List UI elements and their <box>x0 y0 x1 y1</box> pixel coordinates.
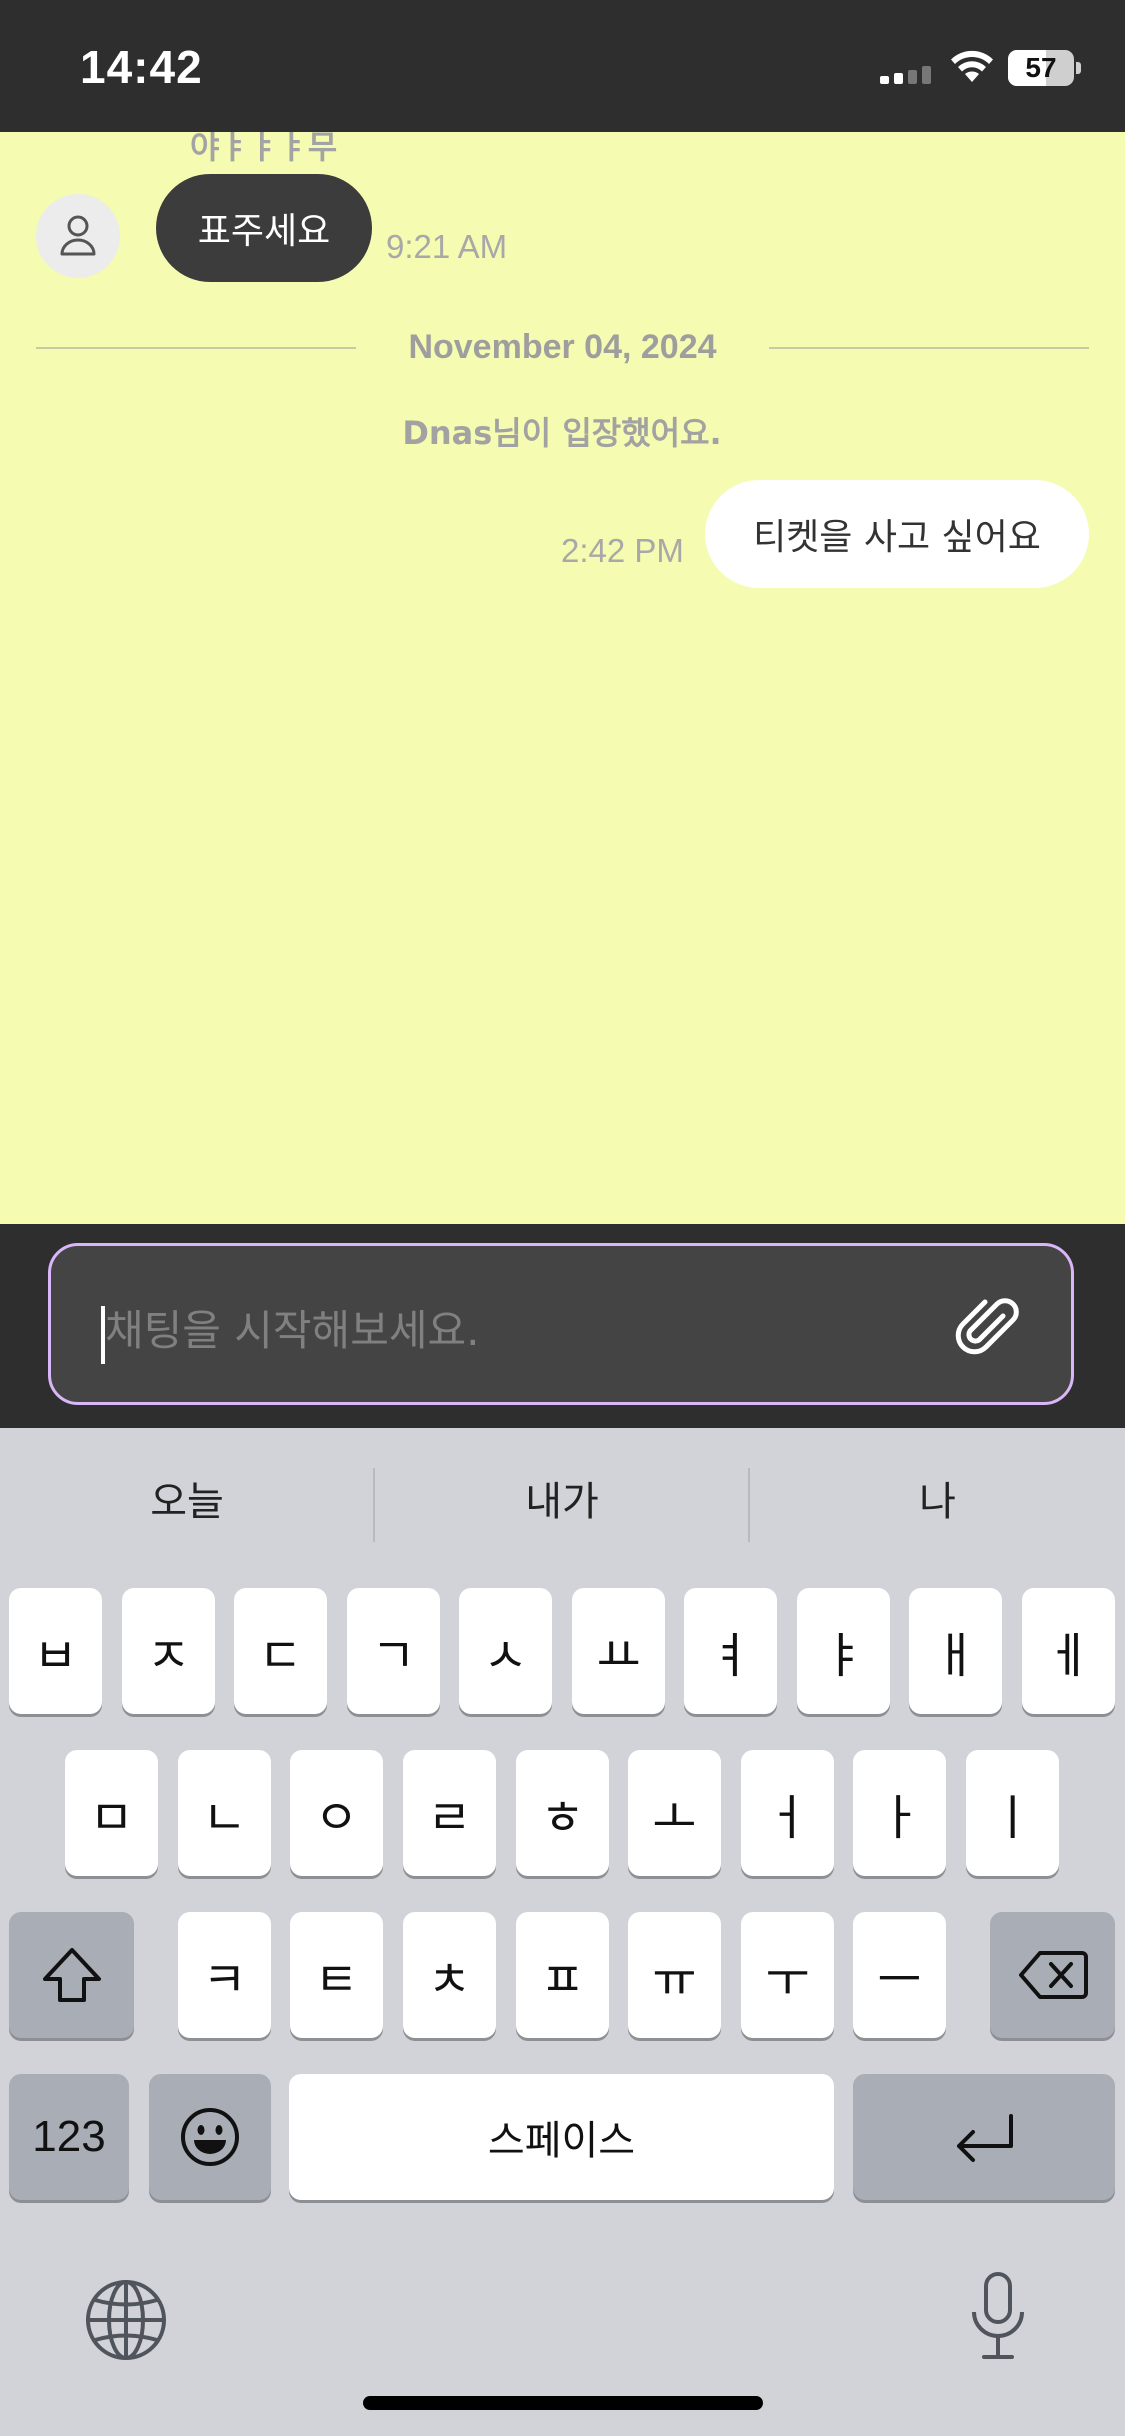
key[interactable]: ㅁ <box>65 1750 158 1876</box>
key[interactable]: ㅜ <box>741 1912 834 2038</box>
return-icon <box>957 2114 1013 2162</box>
key[interactable]: ㅗ <box>628 1750 721 1876</box>
return-key[interactable] <box>853 2074 1115 2200</box>
status-time: 14:42 <box>80 41 203 93</box>
space-key[interactable]: 스페이스 <box>289 2074 834 2200</box>
date-divider-line-right <box>769 347 1089 349</box>
outgoing-message-bubble[interactable]: 티켓을 사고 싶어요 <box>705 480 1089 588</box>
paperclip-icon[interactable] <box>951 1290 1029 1368</box>
message-input[interactable] <box>103 1294 927 1366</box>
key[interactable]: ㄹ <box>403 1750 496 1876</box>
user-icon <box>60 215 96 256</box>
key[interactable]: ㅛ <box>572 1588 665 1714</box>
key[interactable]: ㅂ <box>9 1588 102 1714</box>
date-divider: November 04, 2024 <box>408 328 717 366</box>
key[interactable]: ㅈ <box>122 1588 215 1714</box>
message-time: 2:42 PM <box>561 532 684 569</box>
key[interactable]: ㅇ <box>290 1750 383 1876</box>
message-composer <box>0 1224 1125 1428</box>
message-text: 표주세요 <box>197 211 331 252</box>
message-time: 9:21 AM <box>386 228 508 265</box>
shift-key[interactable] <box>9 1912 134 2038</box>
key[interactable]: ㅕ <box>684 1588 777 1714</box>
key[interactable]: ㅓ <box>741 1750 834 1876</box>
chat-area[interactable]: 야ㅑㅑㅑ무 표주세요 9:21 AM November 04, 2024 Dna… <box>0 132 1125 1224</box>
key[interactable]: ㄱ <box>347 1588 440 1714</box>
numbers-key[interactable]: 123 <box>9 2074 129 2200</box>
key[interactable]: ㅡ <box>853 1912 946 2038</box>
avatar[interactable] <box>36 194 120 278</box>
globe-icon[interactable] <box>84 2278 168 2362</box>
key[interactable]: ㅌ <box>290 1912 383 2038</box>
key[interactable]: ㅅ <box>459 1588 552 1714</box>
emoji-icon <box>181 2108 239 2166</box>
key[interactable]: ㅍ <box>516 1912 609 2038</box>
home-indicator[interactable] <box>363 2396 763 2410</box>
key[interactable]: ㅋ <box>178 1912 271 2038</box>
key[interactable]: ㅎ <box>516 1750 609 1876</box>
wifi-icon <box>951 50 993 82</box>
space-key-label: 스페이스 <box>487 2118 636 2164</box>
date-divider-line-left <box>36 347 356 349</box>
key[interactable]: ㅑ <box>797 1588 890 1714</box>
battery-icon: 57 <box>1008 50 1074 86</box>
previous-message-text: 야ㅑㅑㅑ무 <box>190 132 338 166</box>
battery-percentage: 57 <box>1025 52 1057 83</box>
signal-icon <box>880 66 936 84</box>
key[interactable]: ㅔ <box>1022 1588 1115 1714</box>
emoji-key[interactable] <box>149 2074 271 2200</box>
shift-icon <box>42 1948 101 2002</box>
key[interactable]: ㄷ <box>234 1588 327 1714</box>
backspace-icon <box>1018 1951 1088 1999</box>
status-bar: 14:42 57 <box>0 0 1125 132</box>
key[interactable]: ㅣ <box>966 1750 1059 1876</box>
message-text: 티켓을 사고 싶어요 <box>753 517 1041 558</box>
system-message: Dnas님이 입장했어요. <box>402 414 722 452</box>
suggestion-1[interactable]: 오늘 <box>0 1428 374 1576</box>
key[interactable]: ㅐ <box>909 1588 1002 1714</box>
suggestion-3[interactable]: 나 <box>750 1428 1125 1576</box>
keyboard: 오늘 내가 나 ㅂ ㅈ ㄷ ㄱ ㅅ ㅛ ㅕ ㅑ ㅐ ㅔ ㅁ ㄴ ㅇ ㄹ ㅎ ㅗ … <box>0 1428 1125 2436</box>
microphone-icon[interactable] <box>966 2270 1030 2362</box>
key[interactable]: ㅊ <box>403 1912 496 2038</box>
suggestion-2[interactable]: 내가 <box>375 1428 749 1576</box>
numbers-key-label: 123 <box>32 2112 106 2161</box>
key[interactable]: ㅏ <box>853 1750 946 1876</box>
message-input-box[interactable] <box>48 1243 1074 1405</box>
battery-cap <box>1076 62 1081 74</box>
key[interactable]: ㄴ <box>178 1750 271 1876</box>
incoming-message-bubble[interactable]: 표주세요 <box>156 174 372 282</box>
backspace-key[interactable] <box>990 1912 1115 2038</box>
key[interactable]: ㅠ <box>628 1912 721 2038</box>
